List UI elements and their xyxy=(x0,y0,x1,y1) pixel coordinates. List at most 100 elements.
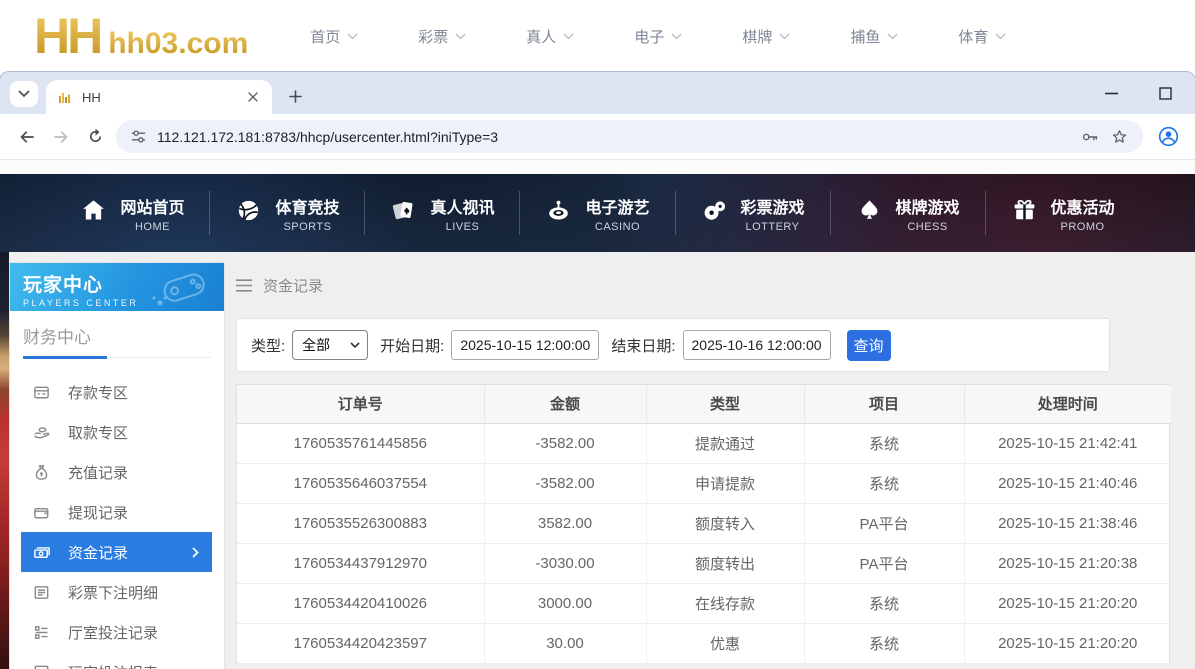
window-minimize-button[interactable] xyxy=(1097,79,1125,107)
site-nav-label: 捕鱼 xyxy=(850,26,880,47)
nav-label-zh: 彩票游戏 xyxy=(741,194,805,218)
maximize-icon xyxy=(1159,87,1172,100)
main-nav-item[interactable]: 电子游艺CASINO xyxy=(520,194,674,233)
nav-label-en: LOTTERY xyxy=(745,221,799,233)
browser-url-bar: 112.121.172.181:8783/hhcp/usercenter.htm… xyxy=(0,114,1195,160)
main-nav-item[interactable]: 真人视讯LIVES xyxy=(365,194,519,233)
chevron-down-icon xyxy=(995,33,1006,40)
window-maximize-button[interactable] xyxy=(1151,79,1179,107)
main-nav-item[interactable]: 彩票游戏 LOTTERY xyxy=(676,194,830,233)
chevron-down-icon xyxy=(347,33,358,40)
site-nav-item[interactable]: 电子 xyxy=(634,26,682,47)
table-cell: 2025-10-15 21:40:46 xyxy=(964,463,1171,503)
sidebar-item-提现记录[interactable]: 提现记录 xyxy=(21,492,212,532)
table-cell: 系统 xyxy=(804,583,964,623)
screen: HH hh03.com 首页 彩票 真人 电子 棋牌 捕鱼 体育 HH xyxy=(0,0,1195,669)
sidebar-menu: 存款专区取款专区充值记录提现记录资金记录彩票下注明细厅室投注记录玩家投注报表 xyxy=(10,372,224,669)
chevron-down-icon xyxy=(671,33,682,40)
main-nav-item[interactable]: 网站首页HOME xyxy=(55,194,209,233)
sidebar-item-存款专区[interactable]: 存款专区 xyxy=(21,372,212,412)
bookmark-star-icon[interactable] xyxy=(1110,127,1129,146)
end-date-label: 结束日期: xyxy=(611,335,675,356)
filter-panel: 类型: 全部 开始日期: 结束日期: 查询 xyxy=(236,318,1110,372)
password-key-icon[interactable] xyxy=(1080,127,1100,147)
tab-title: HH xyxy=(82,90,244,105)
main-nav-item[interactable]: 棋牌游戏CHESS xyxy=(831,194,985,233)
chevron-down-icon xyxy=(455,33,466,40)
table-row: 1760535761445856-3582.00提款通过系统2025-10-15… xyxy=(237,423,1171,463)
site-nav-item[interactable]: 彩票 xyxy=(418,26,466,47)
tab-search-button[interactable] xyxy=(10,81,38,107)
nav-label-en: CASINO xyxy=(595,221,640,233)
main-nav-item[interactable]: 体育竞技SPORTS xyxy=(210,194,364,233)
logo-hh-text: HH xyxy=(34,7,100,65)
start-date-label: 开始日期: xyxy=(380,335,444,356)
tab-close-icon[interactable] xyxy=(244,88,262,106)
table-cell: 系统 xyxy=(804,623,964,663)
sidebar-item-彩票下注明细[interactable]: 彩票下注明细 xyxy=(21,572,212,612)
site-nav-label: 电子 xyxy=(634,26,664,47)
table-row: 1760535646037554-3582.00申请提款系统2025-10-15… xyxy=(237,463,1171,503)
chevron-down-icon xyxy=(563,33,574,40)
funds-table: 订单号金额类型项目处理时间 1760535761445856-3582.00提款… xyxy=(237,385,1171,664)
chevron-down-icon xyxy=(18,90,30,98)
sidebar-item-取款专区[interactable]: 取款专区 xyxy=(21,412,212,452)
main-nav-item[interactable]: 优惠活动PROMO xyxy=(986,194,1140,233)
table-row: 17605344204100263000.00在线存款系统2025-10-15 … xyxy=(237,583,1171,623)
site-nav-item[interactable]: 真人 xyxy=(526,26,574,47)
end-date-input[interactable] xyxy=(683,330,831,360)
sidebar-item-资金记录[interactable]: 资金记录 xyxy=(21,532,212,572)
hand-money-icon xyxy=(32,423,51,442)
table-cell: 申请提款 xyxy=(646,463,804,503)
hamburger-menu-icon[interactable] xyxy=(236,279,252,292)
background-site-header: HH hh03.com 首页 彩票 真人 电子 棋牌 捕鱼 体育 xyxy=(0,0,1195,72)
type-select[interactable]: 全部 xyxy=(292,330,368,360)
site-logo[interactable]: HH hh03.com xyxy=(34,7,248,65)
table-cell: 1760535526300883 xyxy=(237,503,484,543)
table-cell: 30.00 xyxy=(484,623,646,663)
table-cell: 额度转出 xyxy=(646,543,804,583)
url-omnibox[interactable]: 112.121.172.181:8783/hhcp/usercenter.htm… xyxy=(116,120,1143,153)
sports-ball-icon xyxy=(235,197,262,229)
deposit-terminal-icon xyxy=(32,383,51,402)
chart-report-icon xyxy=(32,663,51,669)
sidebar-item-充值记录[interactable]: 充值记录 xyxy=(21,452,212,492)
browser-tab[interactable]: HH xyxy=(46,80,272,114)
table-header-cell: 金额 xyxy=(484,385,646,423)
spade-icon xyxy=(856,197,883,229)
document-icon xyxy=(32,583,51,602)
reload-button[interactable] xyxy=(78,120,112,154)
site-nav-item[interactable]: 棋牌 xyxy=(742,26,790,47)
sidebar-section-title: 财务中心 xyxy=(23,323,211,358)
site-main-nav: 网站首页HOME体育竞技SPORTS真人视讯LIVES电子游艺CASINO彩票游… xyxy=(0,174,1195,252)
back-button[interactable] xyxy=(10,120,44,154)
table-header-cell: 项目 xyxy=(804,385,964,423)
site-favicon xyxy=(58,90,73,105)
back-arrow-icon xyxy=(17,127,37,147)
sidebar-item-厅室投注记录[interactable]: 厅室投注记录 xyxy=(21,612,212,652)
sidebar-item-label: 玩家投注报表 xyxy=(68,662,158,669)
new-tab-button[interactable] xyxy=(282,83,308,109)
chevron-right-icon xyxy=(192,547,199,558)
table-cell: -3030.00 xyxy=(484,543,646,583)
profile-avatar-icon[interactable] xyxy=(1151,120,1185,154)
page-viewport: 网站首页HOME体育竞技SPORTS真人视讯LIVES电子游艺CASINO彩票游… xyxy=(0,160,1195,669)
table-cell: 1760534420410026 xyxy=(237,583,484,623)
site-nav-item[interactable]: 捕鱼 xyxy=(850,26,898,47)
site-settings-icon[interactable] xyxy=(130,128,147,145)
sidebar-item-玩家投注报表[interactable]: 玩家投注报表 xyxy=(21,652,212,669)
site-nav-item[interactable]: 首页 xyxy=(310,26,358,47)
table-cell: -3582.00 xyxy=(484,463,646,503)
list-icon xyxy=(32,623,51,642)
chevron-down-icon xyxy=(887,33,898,40)
table-row: 176053442042359730.00优惠系统2025-10-15 21:2… xyxy=(237,623,1171,663)
table-cell: 1760535646037554 xyxy=(237,463,484,503)
table-cell: 额度转入 xyxy=(646,503,804,543)
logo-domain-text: hh03.com xyxy=(108,27,248,61)
query-button[interactable]: 查询 xyxy=(847,330,891,361)
site-nav-item[interactable]: 体育 xyxy=(958,26,1006,47)
nav-label-en: SPORTS xyxy=(283,221,331,233)
table-header-cell: 类型 xyxy=(646,385,804,423)
forward-button[interactable] xyxy=(44,120,78,154)
start-date-input[interactable] xyxy=(451,330,599,360)
